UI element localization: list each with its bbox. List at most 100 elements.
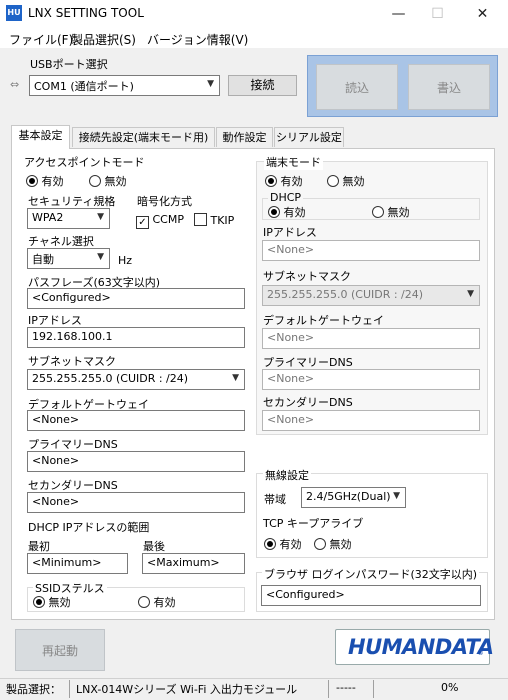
terminal-enabled-radio[interactable]: 有効: [265, 173, 303, 189]
tab-operation-settings[interactable]: 動作設定: [216, 127, 273, 147]
com-port-select[interactable]: COM1 (通信ポート) ▼: [29, 75, 220, 96]
security-label: セキュリティ規格: [28, 195, 116, 208]
band-label: 帯域: [264, 493, 286, 506]
dhcp-first-label: 最初: [28, 540, 50, 553]
dhcp-first-field[interactable]: <Minimum>: [27, 553, 128, 574]
ap-dns2-field[interactable]: <None>: [27, 492, 245, 513]
read-button[interactable]: 読込: [316, 64, 398, 110]
terminal-enabled-label: 有効: [280, 175, 303, 188]
chevron-down-icon: ▼: [232, 373, 239, 383]
terminal-dns2-label: セカンダリーDNS: [263, 396, 353, 409]
chevron-down-icon: ▼: [393, 491, 400, 501]
ap-mode-legend: アクセスポイントモード: [24, 156, 145, 169]
dhcp-last-field[interactable]: <Maximum>: [142, 553, 245, 574]
stealth-on-radio[interactable]: 有効: [138, 594, 176, 610]
stealth-off-label: 無効: [48, 596, 71, 609]
radio-empty-icon: [327, 175, 339, 187]
terminal-subnet-select[interactable]: 255.255.255.0 (CUIDR : /24) ▼: [262, 285, 480, 306]
dhcp-legend: DHCP: [268, 191, 304, 204]
ap-dns1-field[interactable]: <None>: [27, 451, 245, 472]
status-product-value: LNX-014Wシリーズ Wi-Fi 入出力モジュール: [76, 683, 298, 696]
ap-enabled-label: 有効: [41, 175, 64, 188]
terminal-gateway-field[interactable]: <None>: [262, 328, 480, 349]
band-value: 2.4/5GHz(Dual): [306, 490, 391, 503]
usb-port-label: USBポート選択: [30, 58, 108, 71]
stealth-on-label: 有効: [153, 596, 176, 609]
radio-selected-icon: [264, 538, 276, 550]
passphrase-field[interactable]: <Configured>: [27, 288, 245, 309]
keepalive-on-label: 有効: [279, 538, 302, 551]
tcp-keepalive-label: TCP キープアライブ: [263, 517, 364, 530]
dhcp-off-radio[interactable]: 無効: [372, 204, 410, 220]
radio-empty-icon: [314, 538, 326, 550]
dhcp-last-label: 最後: [143, 540, 165, 553]
security-select[interactable]: WPA2 ▼: [27, 208, 110, 229]
menu-version-info[interactable]: バージョン情報(V): [147, 31, 248, 48]
radio-selected-icon: [33, 596, 45, 608]
radio-selected-icon: [26, 175, 38, 187]
tab-serial-settings[interactable]: シリアル設定: [274, 127, 344, 147]
app-logo-icon: HU: [6, 5, 22, 21]
dhcp-on-label: 有効: [283, 206, 306, 219]
logo-text: HUMANDATA: [348, 635, 494, 659]
ap-subnet-label: サブネットマスク: [28, 355, 116, 368]
ap-disabled-label: 無効: [104, 175, 127, 188]
restart-button[interactable]: 再起動: [15, 629, 105, 671]
terminal-gateway-label: デフォルトゲートウェイ: [263, 314, 384, 327]
write-button[interactable]: 書込: [408, 64, 490, 110]
ap-disabled-radio[interactable]: 無効: [89, 173, 127, 189]
terminal-dns2-field[interactable]: <None>: [262, 410, 480, 431]
terminal-subnet-value: 255.255.255.0 (CUIDR : /24): [267, 288, 424, 301]
checkbox-empty-icon: [194, 213, 207, 226]
keepalive-off-radio[interactable]: 無効: [314, 536, 352, 552]
ap-subnet-value: 255.255.255.0 (CUIDR : /24): [32, 372, 189, 385]
terminal-subnet-label: サブネットマスク: [263, 270, 351, 283]
ap-enabled-radio[interactable]: 有効: [26, 173, 64, 189]
keepalive-on-radio[interactable]: 有効: [264, 536, 302, 552]
browser-password-field[interactable]: <Configured>: [261, 585, 481, 606]
close-button[interactable]: ✕: [460, 0, 505, 28]
dhcp-on-radio[interactable]: 有効: [268, 204, 306, 220]
terminal-mode-legend: 端末モード: [264, 154, 323, 170]
terminal-disabled-radio[interactable]: 無効: [327, 173, 365, 189]
chevron-down-icon: ▼: [97, 212, 104, 222]
security-value: WPA2: [32, 211, 64, 224]
terminal-ip-field[interactable]: <None>: [262, 240, 480, 261]
menu-product-select[interactable]: 製品選択(S): [71, 31, 136, 48]
radio-empty-icon: [372, 206, 384, 218]
terminal-disabled-label: 無効: [342, 175, 365, 188]
channel-unit: Hz: [118, 254, 133, 267]
chevron-down-icon: ▼: [97, 252, 104, 262]
status-progress-text: 0%: [441, 681, 459, 694]
tab-connection-settings[interactable]: 接続先設定(端末モード用): [72, 127, 215, 147]
tkip-checkbox[interactable]: TKIP: [194, 213, 234, 227]
status-separator: [328, 680, 329, 698]
dhcp-off-label: 無効: [387, 206, 410, 219]
ap-gateway-field[interactable]: <None>: [27, 410, 245, 431]
stealth-off-radio[interactable]: 無効: [33, 594, 71, 610]
ap-subnet-select[interactable]: 255.255.255.0 (CUIDR : /24) ▼: [27, 369, 245, 390]
channel-select[interactable]: 自動 ▼: [27, 248, 110, 269]
radio-empty-icon: [138, 596, 150, 608]
chevron-down-icon: ▼: [207, 79, 214, 89]
ap-dns2-label: セカンダリーDNS: [28, 479, 118, 492]
band-select[interactable]: 2.4/5GHz(Dual) ▼: [301, 487, 406, 508]
channel-value: 自動: [32, 253, 54, 266]
browser-password-label: ブラウザ ログインパスワード(32文字以内): [262, 566, 480, 582]
ccmp-label: CCMP: [152, 213, 185, 226]
maximize-button[interactable]: ☐: [415, 0, 460, 28]
menu-file[interactable]: ファイル(F): [9, 31, 73, 48]
status-connection-state: -----: [336, 681, 356, 694]
channel-label: チャネル選択: [28, 235, 94, 248]
check-icon: ✓: [136, 216, 149, 229]
radio-empty-icon: [89, 175, 101, 187]
terminal-dns1-field[interactable]: <None>: [262, 369, 480, 390]
tab-basic-settings[interactable]: 基本設定: [11, 125, 70, 149]
ap-ip-field[interactable]: 192.168.100.1: [27, 327, 245, 348]
window-title: LNX SETTING TOOL: [28, 6, 144, 20]
connect-button[interactable]: 接続: [228, 75, 297, 96]
com-port-value: COM1 (通信ポート): [34, 80, 134, 93]
ccmp-checkbox[interactable]: ✓ CCMP: [136, 213, 184, 229]
ap-ip-label: IPアドレス: [28, 314, 82, 327]
keepalive-off-label: 無効: [329, 538, 352, 551]
